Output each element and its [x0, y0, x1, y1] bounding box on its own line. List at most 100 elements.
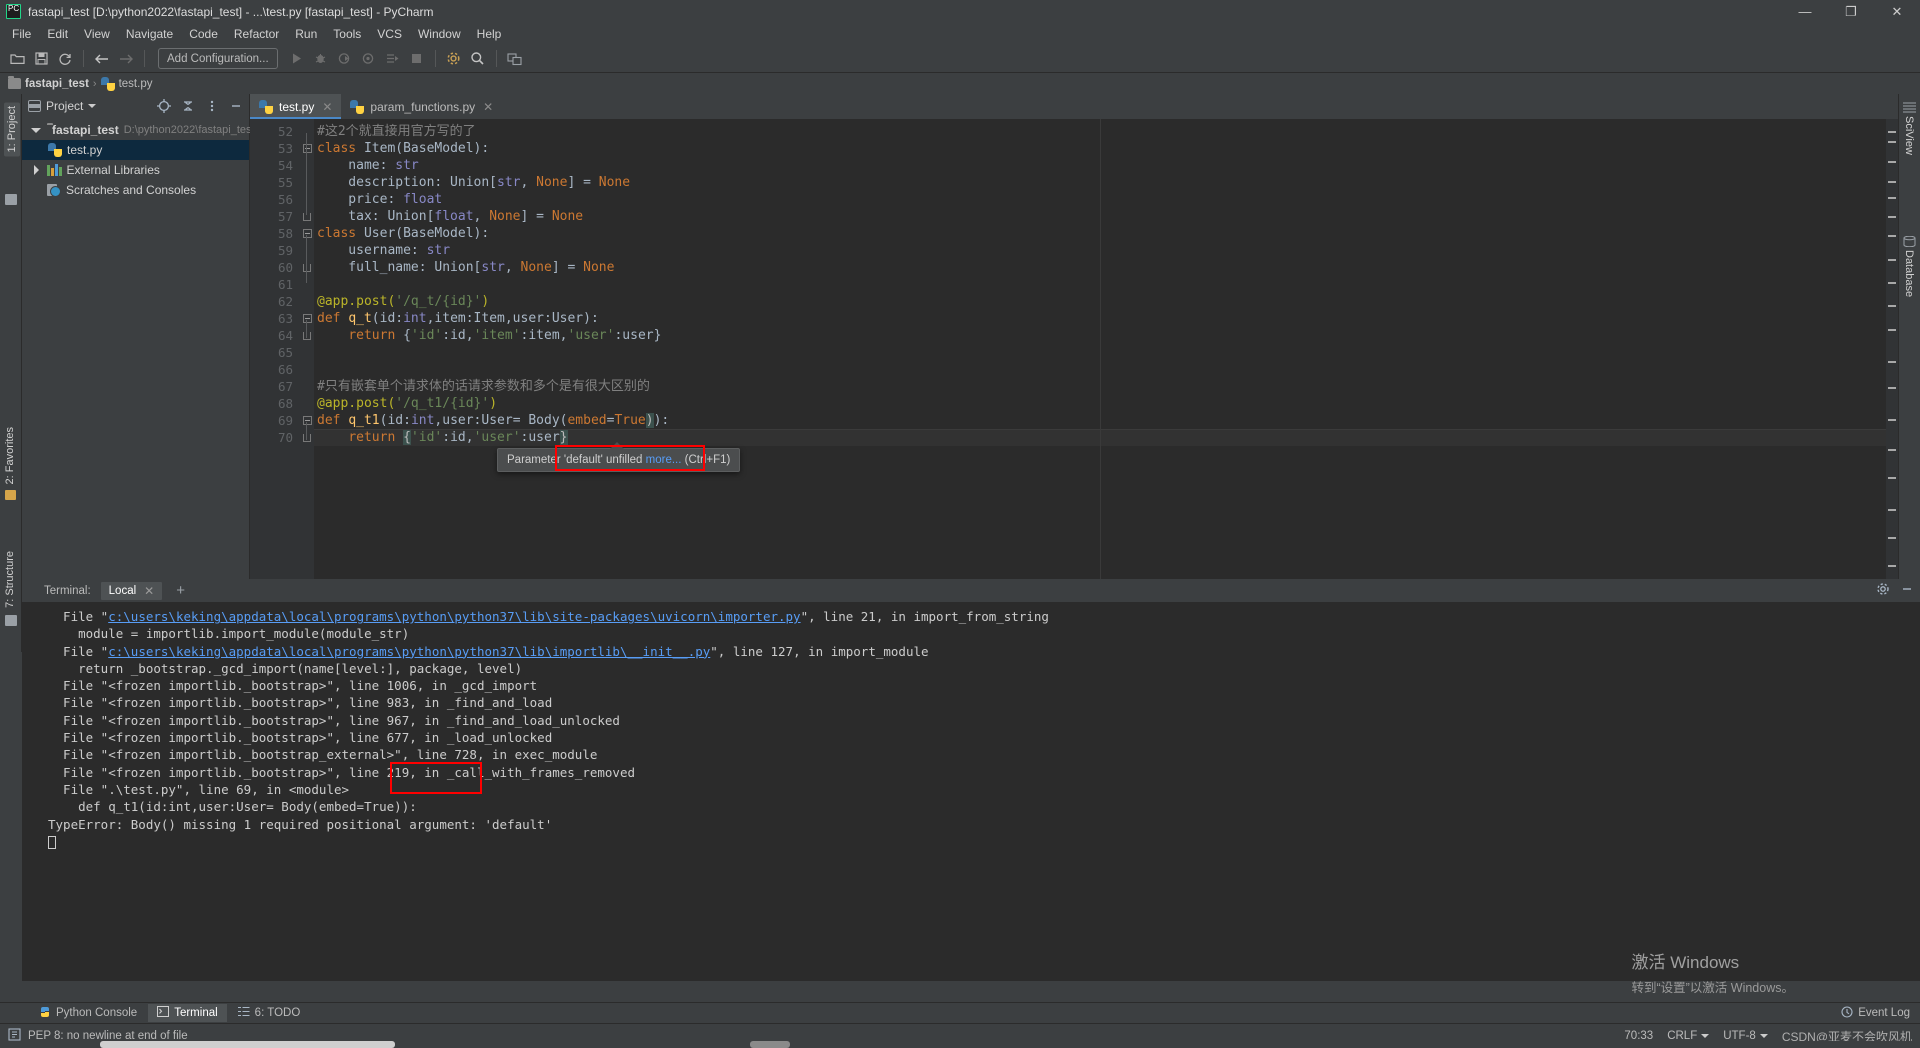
expand-arrow-icon[interactable]: [30, 127, 42, 133]
close-icon[interactable]: ✕: [144, 584, 154, 598]
close-icon[interactable]: ✕: [322, 100, 332, 114]
menu-file[interactable]: File: [4, 25, 39, 43]
editor-marker-bar[interactable]: [1886, 119, 1898, 630]
scroll-from-source-icon[interactable]: [155, 97, 173, 115]
terminal-tab-local[interactable]: Local ✕: [100, 581, 163, 600]
fold-toggle-icon[interactable]: [300, 208, 314, 225]
settings-gear-icon[interactable]: [443, 48, 465, 70]
tree-item-fastapi-test[interactable]: fastapi_test D:\python2022\fastapi_test: [22, 120, 255, 140]
minimize-button[interactable]: —: [1782, 0, 1828, 23]
project-panel-title-group[interactable]: Project: [28, 99, 149, 113]
scrollbar-thumb-secondary[interactable]: [750, 1041, 790, 1048]
terminal-prompt-line[interactable]: [48, 833, 1920, 850]
rail-database-button[interactable]: Database: [1903, 250, 1915, 297]
menu-tools[interactable]: Tools: [325, 25, 369, 43]
menu-code[interactable]: Code: [181, 25, 226, 43]
rail-sciview-button[interactable]: SciView: [1903, 116, 1915, 155]
breadcrumb-separator: ›: [92, 77, 97, 90]
fold-toggle-icon[interactable]: [300, 259, 314, 276]
open-folder-icon[interactable]: [6, 48, 28, 70]
terminal-text: ", line 127, in import_module: [710, 643, 929, 659]
tab-label: param_functions.py: [370, 99, 476, 114]
panel-options-icon[interactable]: [203, 97, 221, 115]
tree-item-scratches-consoles[interactable]: Scratches and Consoles: [22, 180, 249, 200]
terminal-text: File ": [48, 609, 109, 624]
hide-terminal-icon[interactable]: [1900, 582, 1914, 599]
menu-vcs[interactable]: VCS: [369, 25, 410, 43]
chevron-down-icon[interactable]: [88, 104, 97, 108]
code-folding-strip[interactable]: [300, 119, 314, 630]
menu-view[interactable]: View: [76, 25, 118, 43]
fold-guide-line: [306, 422, 307, 440]
forward-arrow-icon[interactable]: [115, 48, 137, 70]
menu-edit[interactable]: Edit: [39, 25, 76, 43]
back-arrow-icon[interactable]: [91, 48, 113, 70]
new-terminal-button[interactable]: +: [172, 582, 189, 599]
collapse-all-icon[interactable]: [179, 97, 197, 115]
fold-toggle-icon[interactable]: [300, 310, 314, 327]
profile-icon[interactable]: [358, 48, 380, 70]
terminal-output[interactable]: File "c:\users\keking\appdata\local\prog…: [22, 602, 1920, 981]
rail-favorites-button[interactable]: 2: Favorites: [4, 427, 16, 484]
menu-run[interactable]: Run: [287, 25, 325, 43]
code-token: str: [497, 175, 521, 190]
fold-toggle-icon[interactable]: [300, 140, 314, 157]
right-margin-guide: [1100, 119, 1101, 630]
bottom-tool-tabs: Python Console Terminal 6: TODO Event Lo…: [0, 1002, 1920, 1023]
rail-structure-button[interactable]: 7: Structure: [4, 551, 16, 608]
fold-toggle-icon[interactable]: [300, 412, 314, 429]
code-token: None: [536, 175, 568, 190]
stop-icon[interactable]: [406, 48, 428, 70]
fold-toggle-icon[interactable]: [300, 429, 314, 446]
tab-test-py[interactable]: test.py ✕: [250, 94, 342, 119]
tab-param-functions-py[interactable]: param_functions.py ✕: [341, 94, 503, 119]
horizontal-scrollbar[interactable]: [0, 1041, 1920, 1048]
settings-gear-icon[interactable]: [1876, 582, 1890, 599]
add-configuration-button[interactable]: Add Configuration...: [158, 48, 278, 69]
tab-python-console[interactable]: Python Console: [30, 1004, 146, 1023]
breadcrumb-project[interactable]: fastapi_test: [8, 76, 89, 90]
hide-panel-icon[interactable]: [227, 97, 245, 115]
close-icon[interactable]: ✕: [483, 100, 493, 114]
code-token: 'user': [473, 430, 521, 445]
rail-folder-icon[interactable]: [5, 194, 17, 205]
fold-toggle-icon[interactable]: [300, 225, 314, 242]
code-token: @app.post(: [317, 294, 396, 309]
tree-item-test-py[interactable]: test.py: [22, 140, 249, 160]
line-number: 65: [277, 345, 293, 360]
rail-project-button[interactable]: 1: Project: [4, 102, 20, 157]
terminal-file-link[interactable]: c:\users\keking\appdata\local\programs\p…: [108, 609, 800, 624]
tooltip-shortcut: (Ctrl+F1): [681, 454, 731, 466]
database-sync-icon[interactable]: [504, 48, 526, 70]
close-button[interactable]: ✕: [1874, 0, 1920, 23]
collapse-arrow-icon[interactable]: [30, 165, 42, 175]
marker: [1888, 565, 1896, 567]
run-coverage-icon[interactable]: [334, 48, 356, 70]
fold-toggle-icon[interactable]: [300, 327, 314, 344]
breadcrumb-file[interactable]: test.py: [100, 76, 152, 91]
run-with-console-icon[interactable]: [382, 48, 404, 70]
maximize-button[interactable]: ❐: [1828, 0, 1874, 23]
tab-todo[interactable]: 6: TODO: [229, 1004, 310, 1022]
code-editor[interactable]: #这2个就直接用官方写的了 class Item(BaseModel): name…: [314, 119, 1886, 630]
save-all-icon[interactable]: [30, 48, 52, 70]
terminal-file-link[interactable]: c:\users\keking\appdata\local\programs\p…: [108, 644, 710, 659]
tooltip-prefix: Parameter: [507, 454, 564, 466]
tooltip-more-link[interactable]: more...: [646, 454, 682, 466]
tab-terminal[interactable]: Terminal: [148, 1004, 227, 1022]
sync-refresh-icon[interactable]: [54, 48, 76, 70]
line-number: 63: [277, 311, 293, 326]
debug-icon[interactable]: [310, 48, 332, 70]
code-token: class: [317, 226, 364, 241]
menu-refactor[interactable]: Refactor: [226, 25, 287, 43]
line-number-gutter[interactable]: 52 53 54 55 56 57 58 59 60 61 62 63 64 65 66 67 68 69 70: [250, 119, 300, 630]
menu-window[interactable]: Window: [410, 25, 469, 43]
scrollbar-thumb[interactable]: [100, 1041, 395, 1048]
event-log-button[interactable]: Event Log: [1841, 1005, 1910, 1021]
search-icon[interactable]: [467, 48, 489, 70]
menu-navigate[interactable]: Navigate: [118, 25, 181, 43]
run-icon[interactable]: [286, 48, 308, 70]
menu-help[interactable]: Help: [469, 25, 510, 43]
tree-item-external-libraries[interactable]: External Libraries: [22, 160, 249, 180]
